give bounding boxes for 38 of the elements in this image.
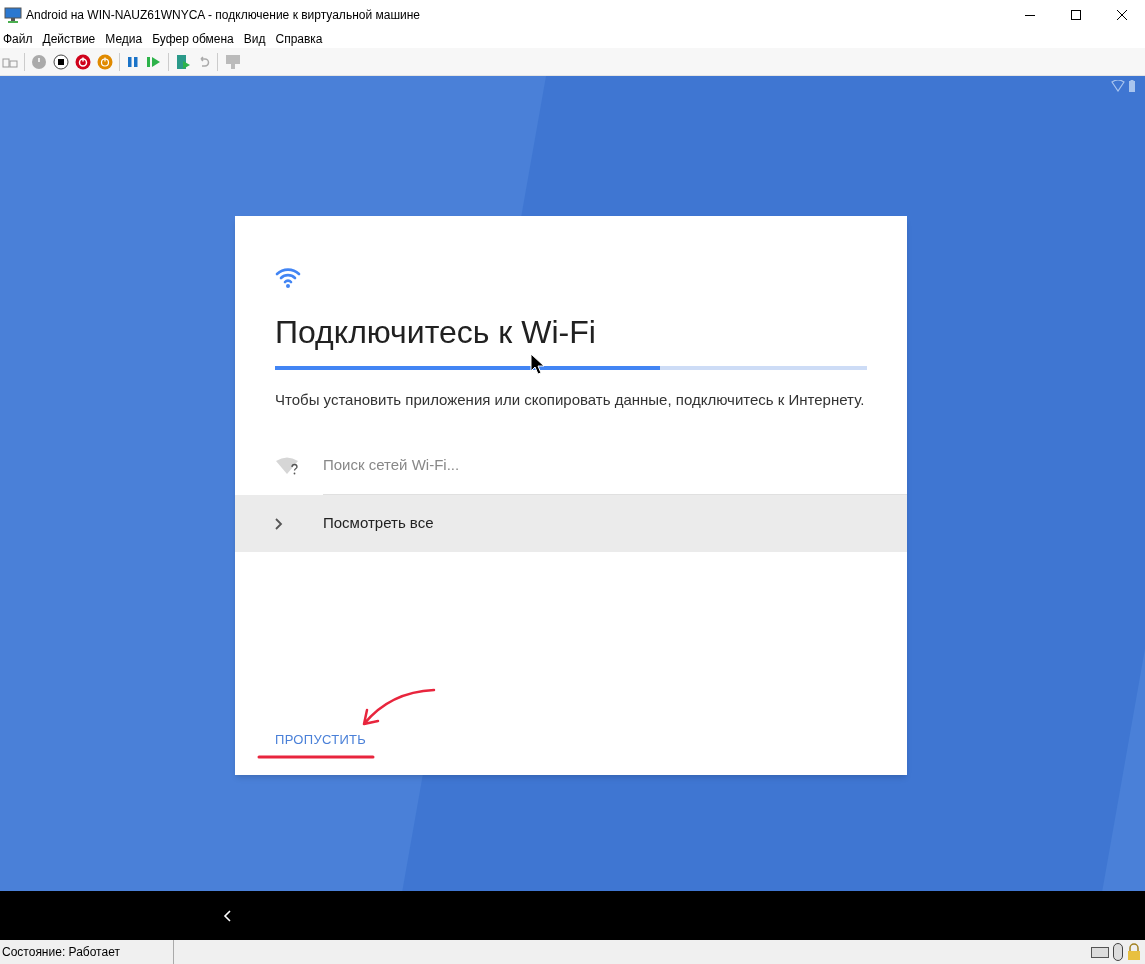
- pause-icon[interactable]: [126, 54, 140, 69]
- monitor-icon: [4, 7, 22, 23]
- menu-item[interactable]: Файл: [3, 30, 33, 48]
- minimize-icon: [1025, 14, 1035, 16]
- chevron-right-icon: [275, 517, 283, 530]
- power-icon[interactable]: [75, 53, 91, 70]
- menu-item[interactable]: Медиа: [105, 30, 143, 48]
- menu-item[interactable]: Действие: [42, 30, 96, 48]
- card-title: Подключитесь к Wi-Fi: [275, 313, 597, 352]
- list-row[interactable]: Поиск сетей Wi-Fi...: [235, 437, 907, 494]
- close-icon: [1117, 10, 1127, 20]
- back-icon[interactable]: [223, 909, 231, 922]
- list-label: Посмотреть все: [323, 513, 434, 534]
- maximize-icon: [1071, 10, 1081, 20]
- wifi-icon: [275, 268, 301, 288]
- lock-icon: [1127, 943, 1141, 961]
- list-row[interactable]: Посмотреть все: [235, 495, 907, 552]
- battery-icon: [1129, 80, 1135, 92]
- menu-item[interactable]: Справка: [275, 30, 323, 48]
- ctrl-alt-del-icon[interactable]: [2, 55, 18, 68]
- mouse-icon: [1113, 943, 1123, 961]
- status-text: Состояние: Работает: [0, 940, 174, 964]
- window-title: Android на WIN-NAUZ61WNYCA - подключение к виртуальной машине: [26, 7, 421, 24]
- stop-icon[interactable]: [53, 53, 69, 70]
- menu-item[interactable]: Вид: [243, 30, 266, 48]
- resume-icon[interactable]: [146, 54, 162, 69]
- skip-button[interactable]: ПРОПУСТИТЬ: [275, 729, 367, 749]
- list-label: Поиск сетей Wi-Fi...: [323, 455, 460, 476]
- mouse-cursor-icon: [530, 353, 544, 375]
- description: Чтобы установить приложения или скопировать данные, подключитесь к Интернету.: [275, 390, 865, 410]
- keyboard-icon: [1091, 945, 1109, 959]
- wifi-unknown-icon: [275, 455, 301, 476]
- revert-icon[interactable]: [197, 54, 211, 69]
- checkpoint-icon[interactable]: [175, 53, 191, 70]
- wifi-status-icon: [1111, 80, 1125, 92]
- start-icon[interactable]: [31, 53, 47, 70]
- menu-item[interactable]: Буфер обмена: [152, 30, 234, 48]
- shutdown-icon[interactable]: [97, 53, 113, 70]
